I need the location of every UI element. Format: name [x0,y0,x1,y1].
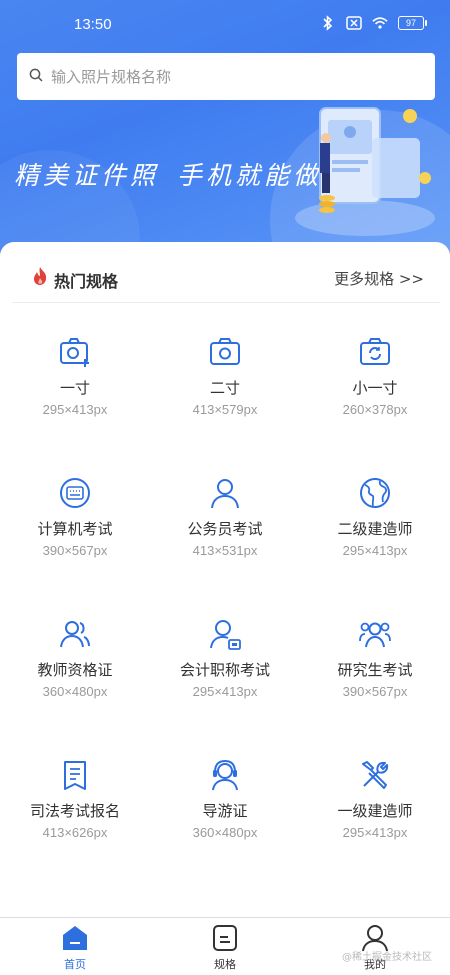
spec-tile-accounting[interactable]: 会计职称考试 295×413px [150,585,300,725]
status-time: 13:50 [74,16,112,33]
nav-home[interactable]: 首页 [0,918,150,975]
section-header: 热门规格 更多规格 >> [0,242,450,302]
spec-name: 一寸 [59,379,90,397]
spec-name: 会计职称考试 [179,661,270,679]
person-card-icon [210,620,241,650]
spec-size: 260×378px [342,402,408,417]
banner-slogan: 精美证件照 手机就能做 [14,161,322,190]
headset-person-icon [212,759,238,791]
header-banner: 13:50 97 输入照片规格名称 精美证件照 手机就能做 [0,0,450,260]
status-bar: 13:50 97 [0,0,450,50]
status-icons: 97 [320,15,427,31]
spec-name: 小一寸 [352,379,398,397]
spec-name: 研究生考试 [337,661,413,679]
spec-name: 教师资格证 [37,661,113,679]
spec-name: 一级建造师 [337,802,413,820]
spec-tile-tour-guide[interactable]: 导游证 360×480px [150,726,300,866]
spec-name: 二寸 [209,379,240,397]
nav-mine[interactable]: 我的 [300,918,450,975]
nav-home-label: 首页 [64,958,86,971]
search-icon [29,67,43,86]
spec-tile-teacher-cert[interactable]: 教师资格证 360×480px [0,585,150,725]
bluetooth-icon [320,15,336,31]
globe-icon [360,478,390,508]
spec-size: 295×413px [192,684,258,699]
spec-tile-constructor-1[interactable]: 一级建造师 295×413px [300,726,450,866]
nav-specs[interactable]: 规格 [150,918,300,975]
hot-specs-card: 热门规格 更多规格 >> 一寸 295×413px 二寸 413×579px 小… [0,242,450,917]
spec-size: 295×413px [342,825,408,840]
fire-icon [34,267,47,285]
spec-size: 413×579px [192,402,258,417]
search-placeholder: 输入照片规格名称 [51,68,172,86]
document-icon [64,761,86,790]
spec-name: 二级建造师 [337,520,413,538]
camera-plus-icon [60,338,89,367]
people-icon [60,621,90,648]
spec-name: 司法考试报名 [29,802,120,820]
camera-rotate-icon [360,338,390,365]
search-input[interactable]: 输入照片规格名称 [17,53,435,100]
spec-tile-postgrad[interactable]: 研究生考试 390×567px [300,585,450,725]
spec-size: 390×567px [342,684,408,699]
group-icon [359,622,391,648]
spec-tile-computer-exam[interactable]: 计算机考试 390×567px [0,444,150,584]
spec-list-icon [213,925,237,951]
section-title: 热门规格 [54,272,119,291]
spec-size: 295×413px [342,543,408,558]
spec-size: 360×480px [42,684,108,699]
spec-tile-constructor-2[interactable]: 二级建造师 295×413px [300,444,450,584]
spec-size: 390×567px [42,543,108,558]
spec-tile-1inch[interactable]: 一寸 295×413px [0,303,150,443]
spec-tile-judicial-exam[interactable]: 司法考试报名 413×626px [0,726,150,866]
spec-name: 计算机考试 [37,520,113,538]
keyboard-icon [60,478,90,508]
tools-icon [362,761,389,789]
battery-icon: 97 [398,16,427,30]
spec-name: 公务员考试 [187,520,263,538]
spec-size: 360×480px [192,825,258,840]
spec-tile-civil-service[interactable]: 公务员考试 413×531px [150,444,300,584]
bottom-nav: 首页 规格 我的 @稀土掘金技术社区 [0,917,450,975]
spec-name: 导游证 [202,802,248,820]
camera-icon [210,338,240,365]
no-sim-icon [346,15,362,31]
spec-tile-2inch[interactable]: 二寸 413×579px [150,303,300,443]
home-icon [63,926,87,950]
spec-size: 413×626px [42,825,108,840]
spec-size: 295×413px [42,402,108,417]
phone-illustration [295,107,435,236]
more-specs-link[interactable]: 更多规格 >> [334,268,424,289]
nav-specs-label: 规格 [214,958,236,971]
spec-tile-small-1inch[interactable]: 小一寸 260×378px [300,303,450,443]
person-icon [211,479,239,509]
wifi-icon [372,15,388,31]
watermark: @稀土掘金技术社区 [342,952,432,963]
spec-size: 413×531px [192,543,258,558]
